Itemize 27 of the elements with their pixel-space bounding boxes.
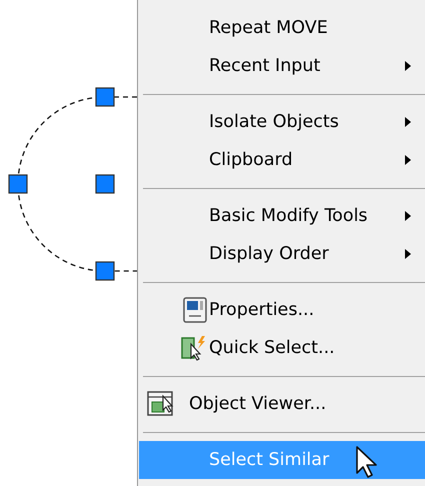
menu-item-label: Properties... <box>209 300 314 320</box>
select-cursor-icon <box>181 335 207 361</box>
menu-item[interactable]: Display Order <box>139 235 425 273</box>
menu-item[interactable]: Isolate Objects <box>139 103 425 141</box>
menu-item-label: Select Similar <box>209 450 330 470</box>
grip-handle[interactable] <box>8 174 28 194</box>
menu-item-label: Recent Input <box>209 56 320 76</box>
menu-item-label: Object Viewer... <box>189 394 326 414</box>
menu-item[interactable]: Recent Input <box>139 47 425 85</box>
properties-icon <box>183 297 207 323</box>
menu-item[interactable]: Object Viewer... <box>139 385 425 423</box>
menu-item[interactable]: Quick Select... <box>139 329 425 367</box>
menu-item-label: Basic Modify Tools <box>209 206 368 226</box>
menu-item-label: Quick Select... <box>209 338 335 358</box>
window-cursor-icon <box>147 391 175 417</box>
grip-handle[interactable] <box>95 261 115 281</box>
menu-item[interactable]: Clipboard <box>139 141 425 179</box>
grip-handle[interactable] <box>95 87 115 107</box>
menu-item-label: Clipboard <box>209 150 293 170</box>
menu-item-label: Display Order <box>209 244 329 264</box>
menu-item-label: Isolate Objects <box>209 112 339 132</box>
menu-item-label: Repeat MOVE <box>209 18 328 38</box>
menu-item[interactable]: Repeat MOVE <box>139 9 425 47</box>
mouse-pointer-icon <box>355 445 379 479</box>
menu-item[interactable]: Basic Modify Tools <box>139 197 425 235</box>
menu-item[interactable]: Properties... <box>139 291 425 329</box>
grip-handle[interactable] <box>95 174 115 194</box>
